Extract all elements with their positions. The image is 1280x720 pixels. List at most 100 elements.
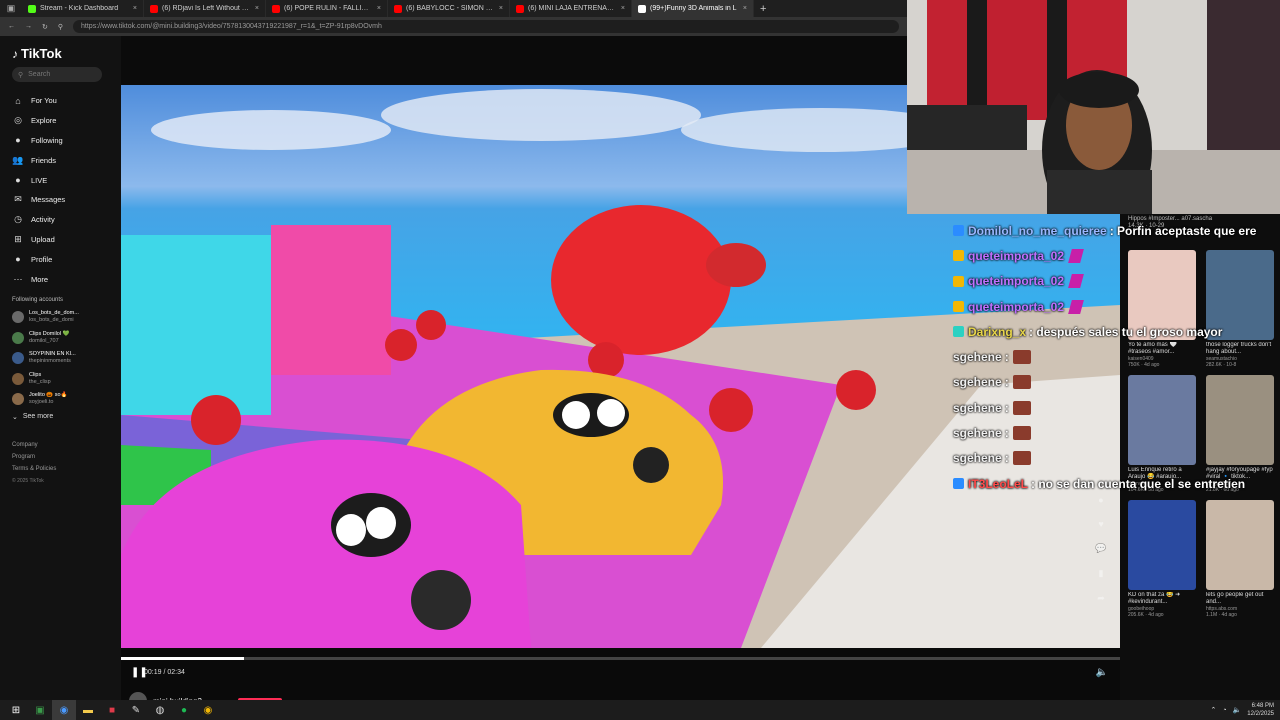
browser-tab[interactable]: (6) MINI LAJA ENTRENANDO PAR × [510,0,632,17]
chat-username: sgehene [953,375,1002,390]
rec-card[interactable]: KD on that za 😂 ➜ #kevindurant... goobeih… [1128,500,1196,618]
following-account[interactable]: Clips the_clisp [12,368,121,389]
browser-tab[interactable]: (6) RDjavi Is Left Without an Ans × [144,0,266,17]
tray-chevron-icon[interactable]: ⌃ [1210,706,1216,714]
chrome-icon[interactable]: ◉ [52,700,76,720]
following-account[interactable]: Joelito 🎃 so🔥 soyjoeli.to [12,389,121,410]
time-readout: 00:19 / 02:34 [144,669,185,676]
tiktok-logo[interactable]: ♪ TikTok [12,46,121,61]
browser-menu-icon[interactable]: ▣ [0,3,22,14]
rec-card[interactable]: lets go people get out and... https.abs.c… [1206,500,1274,618]
new-tab-button[interactable]: + [754,3,772,15]
activity-icon: ◷ [14,214,22,225]
nav-item-for-you[interactable]: ⌂ For You [12,91,121,111]
tab-favicon-icon [28,4,36,13]
chat-badge-icon [953,301,964,313]
account-handle: soyjoeli.to [29,399,54,406]
chat-message: Darixng_x: después sales tu el groso may… [953,319,1280,344]
nav-item-friends[interactable]: 👥 Friends [12,150,121,170]
share-icon[interactable]: ➦ [1097,593,1105,604]
heart-icon[interactable]: ♥ [1098,519,1103,529]
url-field[interactable]: https://www.tiktok.com/@mini.building3/v… [73,20,899,33]
see-more-button[interactable]: ⌄ See more [12,413,121,421]
nav-label: For You [31,96,57,106]
chat-message: queteimporta_02 [953,243,1280,268]
clock[interactable]: 6:48 PM 12/2/2025 [1247,702,1274,718]
chat-message: sgehene: [953,370,1280,395]
system-tray: ⌃ ◔ 🔈 6:48 PM 12/2/2025 [1210,700,1274,720]
nav-item-profile[interactable]: ● Profile [12,249,121,269]
forward-icon[interactable]: → [25,23,32,30]
explore-icon: ◎ [14,115,22,126]
nav-label: Profile [31,254,53,264]
footer-link-terms[interactable]: Terms & Policies [12,463,121,475]
volume-icon[interactable]: 🔈 [1096,667,1108,678]
chat-message: queteimporta_02 [953,294,1280,319]
tiktok-sidebar: ♪ TikTok ⚲ Search ⌂ For You ◎ Explore ● Follo… [0,36,121,700]
video-top-bar [121,36,907,85]
rec-thumbnail[interactable] [1128,500,1196,590]
following-account[interactable]: Clips Domilol 💚 domilol_707 [12,327,121,348]
account-handle: thepininmoments [29,358,71,365]
nav-item-following[interactable]: ● Following [12,131,121,151]
following-account[interactable]: SOYPININ EN KI... thepininmoments [12,348,121,369]
nav-item-activity[interactable]: ◷ Activity [12,210,121,230]
tab-title: (6) RDjavi Is Left Without an Ans [162,5,251,12]
app-icon-red[interactable]: ■ [100,700,124,720]
search-input[interactable]: ⚲ Search [12,67,102,82]
tiktok-note-icon: ♪ [12,46,18,61]
browser-tab[interactable]: (99+)Funny 3D Animals in L × [632,0,754,17]
pen-icon[interactable]: ✎ [124,700,148,720]
tab-close-icon[interactable]: × [377,5,381,12]
footer-link-program[interactable]: Program [12,451,121,463]
chat-text: : [1004,375,1009,390]
tab-favicon-icon [272,4,280,13]
avatar-icon[interactable]: ● [1098,495,1103,505]
browser-tab-strip: ▣ Stream - Kick Dashboard × (6) RDjavi Is … [0,0,907,17]
browser-tab[interactable]: (6) POPE RULIN - FALLING IN LOV × [266,0,388,17]
nav-item-messages[interactable]: ✉ Messages [12,190,121,210]
reload-icon[interactable]: ↻ [42,23,48,31]
footer-link-company[interactable]: Company [12,439,121,451]
windows-start-icon[interactable]: ⊞ [4,700,28,720]
wifi-icon[interactable]: ◔ [1222,707,1226,714]
following-account[interactable]: Los_bots_de_dom... los_bots_de_domi [12,307,121,328]
folder-icon[interactable]: ▬ [76,700,100,720]
tab-close-icon[interactable]: × [255,5,259,12]
account-name: Clips Domilol 💚 [29,330,70,337]
obs-icon[interactable]: ◍ [148,700,172,720]
account-names: Los_bots_de_dom... los_bots_de_domi [29,310,79,324]
emote-icon [1068,299,1084,314]
nav-item-more[interactable]: ⋯ More [12,269,121,289]
chat-message: sgehene: [953,446,1280,471]
speaker-icon[interactable]: 🔈 [1233,706,1242,714]
spotify-icon[interactable]: ● [172,700,196,720]
tab-favicon-icon [394,4,402,13]
chat-text: : [1004,350,1009,365]
site-info-icon[interactable]: ⚲ [58,23,63,31]
nav-item-live[interactable]: ● LIVE [12,170,121,190]
following-icon: ● [15,135,21,146]
tab-close-icon[interactable]: × [743,5,747,12]
tab-favicon-icon [516,4,524,13]
nav-item-upload[interactable]: ⊞ Upload [12,230,121,250]
progress-bar[interactable] [121,657,1120,660]
rec-thumbnail[interactable] [1206,500,1274,590]
address-bar: ← → ↻ ⚲ https://www.tiktok.com/@mini.bui… [0,17,907,36]
browser-tab[interactable]: (6) BABYLOCC - SIMON SAYS (Vi × [388,0,510,17]
tab-close-icon[interactable]: × [499,5,503,12]
chrome-icon-2[interactable]: ◉ [196,700,220,720]
bookmark-icon[interactable]: ▮ [1099,568,1104,579]
app-icon-1[interactable]: ▣ [28,700,52,720]
chat-message: sgehene: [953,344,1280,369]
tab-close-icon[interactable]: × [133,5,137,12]
nav-label: Explore [31,116,57,126]
comment-icon[interactable]: 💬 [1095,543,1106,554]
browser-tab[interactable]: Stream - Kick Dashboard × [22,0,144,17]
emote-icon [1068,248,1084,263]
tab-close-icon[interactable]: × [621,5,625,12]
red-bull [551,205,731,355]
chat-text: : no se dan cuenta que el se entretien [1031,476,1246,491]
nav-item-explore[interactable]: ◎ Explore [12,111,121,131]
back-icon[interactable]: ← [8,23,15,30]
